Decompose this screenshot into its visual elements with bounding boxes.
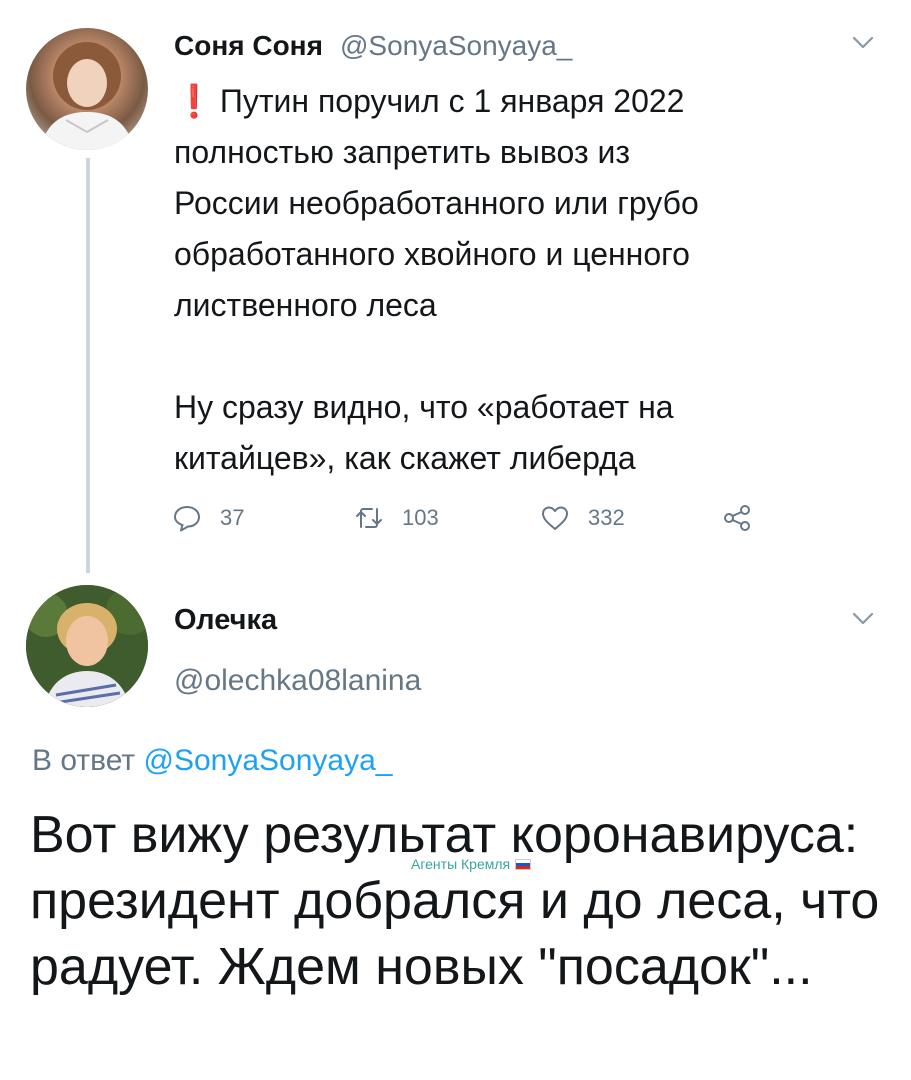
speech-bubble-icon (174, 506, 200, 532)
watermark: Агенты Кремля (411, 856, 532, 872)
tweet2-body: Вот вижу результат коронавируса: президе… (30, 806, 880, 996)
russian-flag-icon (515, 858, 532, 870)
like-count: 332 (588, 505, 625, 530)
tweet1-body: ❗ Путин поручил с 1 января 2022 полностью… (174, 76, 874, 484)
tweet1-text-line1: Путин поручил с 1 января 2022 (219, 83, 685, 119)
share-button[interactable] (722, 498, 770, 538)
avatar-sonya[interactable] (26, 28, 148, 150)
heart-icon (542, 506, 568, 530)
avatar-image (40, 42, 134, 150)
tweet1-display-name[interactable]: Соня Соня (174, 30, 323, 62)
reply-prefix: В ответ (32, 744, 144, 777)
tweet2-display-name[interactable]: Олечка (174, 604, 277, 637)
avatar-olechka[interactable] (26, 585, 148, 707)
share-icon (724, 505, 750, 531)
like-button[interactable]: 332 (540, 498, 625, 538)
tweet1-text-rest: полностью запретить вывоз из России необ… (174, 134, 699, 476)
tweet1-handle[interactable]: @SonyaSonyaya_ (340, 30, 572, 62)
chevron-down-icon[interactable] (852, 612, 874, 626)
chevron-down-icon[interactable] (852, 36, 874, 50)
thread-connector-line (86, 158, 90, 573)
tweet2-handle[interactable]: @olechka08lanina (174, 664, 421, 698)
reply-to-handle-link[interactable]: @SonyaSonyaya_ (143, 744, 392, 777)
watermark-text: Агенты Кремля (411, 856, 511, 872)
reply-button[interactable]: 37 (172, 498, 244, 538)
retweet-icon (356, 508, 382, 528)
retweet-button[interactable]: 103 (354, 498, 439, 538)
exclamation-icon: ❗ (174, 83, 214, 119)
avatar-image (26, 585, 148, 707)
reply-context: В ответ @SonyaSonyaya_ (32, 744, 392, 778)
reply-count: 37 (220, 505, 245, 530)
tweet1-action-bar: 37 103 332 (172, 498, 792, 538)
retweet-count: 103 (402, 505, 439, 530)
